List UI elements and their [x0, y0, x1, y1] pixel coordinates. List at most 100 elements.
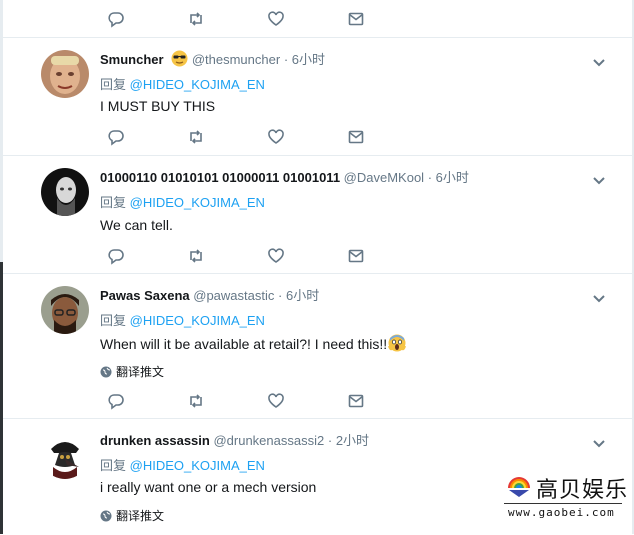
message-icon — [348, 394, 364, 408]
message-button[interactable] — [336, 126, 376, 148]
like-button[interactable] — [256, 245, 296, 267]
timestamp[interactable]: 2小时 — [336, 433, 369, 448]
avatar[interactable] — [41, 50, 89, 98]
tweet-text: I MUST BUY THIS — [100, 98, 216, 114]
retweet-icon — [190, 12, 202, 26]
avatar-image — [41, 286, 89, 334]
message-icon — [348, 12, 364, 26]
translate-label: 翻译推文 — [116, 365, 165, 379]
avatar[interactable] — [41, 168, 89, 216]
tweet-header: Smuncher @thesmuncher · 6小时 — [100, 49, 325, 70]
avatar[interactable] — [41, 431, 89, 479]
tweet-davemkool: 01000110 01010101 01000011 01001011 @Dav… — [3, 155, 632, 274]
timestamp[interactable]: 6小时 — [436, 170, 469, 185]
separator-dot: · — [278, 288, 283, 303]
chevron-down-icon — [593, 440, 605, 448]
retweet-button[interactable] — [176, 245, 216, 267]
mention-link[interactable]: @HIDEO_KOJIMA_EN — [130, 195, 265, 210]
retweet-button[interactable] — [176, 390, 216, 412]
tweet-text-content: When will it be available at retail?! I … — [100, 336, 388, 352]
mention-link[interactable]: @HIDEO_KOJIMA_EN — [130, 458, 265, 473]
reply-button[interactable] — [96, 8, 136, 30]
retweet-icon — [190, 130, 202, 144]
chevron-down-icon — [593, 177, 605, 185]
tweet-text: We can tell. — [100, 217, 173, 233]
reply-icon — [108, 12, 124, 28]
like-button[interactable] — [256, 8, 296, 30]
avatar-image — [41, 50, 89, 98]
tweet-pawastastic: Pawas Saxena @pawastastic · 6小时 回复 @HIDE… — [3, 273, 632, 419]
message-button[interactable] — [336, 390, 376, 412]
translate-label: 翻译推文 — [116, 509, 165, 523]
reply-icon — [108, 130, 124, 146]
tweet-header: Pawas Saxena @pawastastic · 6小时 — [100, 285, 319, 304]
reply-label: 回复 — [100, 77, 127, 92]
chevron-down-icon — [593, 295, 605, 303]
reply-button[interactable] — [96, 390, 136, 412]
mention-link[interactable]: @HIDEO_KOJIMA_EN — [130, 313, 265, 328]
reply-label: 回复 — [100, 313, 127, 328]
reply-icon — [108, 249, 124, 265]
more-options-button[interactable] — [592, 291, 606, 303]
separator-dot: · — [327, 433, 333, 448]
reply-button[interactable] — [96, 245, 136, 267]
tweet-actions — [100, 390, 416, 412]
retweet-icon — [190, 249, 202, 263]
reply-icon — [108, 394, 124, 410]
separator-dot: · — [283, 52, 289, 67]
tweet-actions — [100, 126, 416, 148]
message-button[interactable] — [336, 8, 376, 30]
tweet-text: When will it be available at retail?! I … — [100, 334, 407, 355]
user-handle[interactable]: @thesmuncher — [192, 52, 280, 67]
gaobei-logo-icon — [508, 477, 530, 497]
globe-icon — [100, 510, 112, 521]
message-button[interactable] — [336, 245, 376, 267]
like-icon — [268, 393, 284, 408]
display-name[interactable]: drunken assassin — [100, 433, 210, 448]
user-handle[interactable]: @DaveMKool — [344, 170, 424, 185]
timestamp[interactable]: 6小时 — [286, 288, 319, 303]
retweet-icon — [190, 394, 202, 408]
more-options-button[interactable] — [592, 436, 606, 448]
retweet-button[interactable] — [176, 8, 216, 30]
like-button[interactable] — [256, 390, 296, 412]
like-icon — [268, 248, 284, 263]
display-name[interactable]: Pawas Saxena — [100, 288, 190, 303]
message-icon — [348, 130, 364, 144]
watermark-divider — [504, 503, 622, 504]
retweet-button[interactable] — [176, 126, 216, 148]
more-options-button[interactable] — [592, 55, 606, 67]
user-handle[interactable]: @pawastastic — [193, 288, 274, 303]
display-name[interactable]: 01000110 01010101 01000011 01001011 — [100, 170, 340, 185]
reply-button[interactable] — [96, 126, 136, 148]
tweet-text: i really want one or a mech version — [100, 479, 317, 495]
tweet-header: drunken assassin @drunkenassassi2 · 2小时 — [100, 430, 369, 449]
tweet-smuncher: Smuncher @thesmuncher · 6小时 回复 @HIDEO_KO… — [3, 37, 632, 156]
chevron-down-icon — [593, 59, 605, 67]
user-handle[interactable]: @drunkenassassi2 — [213, 433, 324, 448]
avatar[interactable] — [41, 286, 89, 334]
reply-context: 回复 @HIDEO_KOJIMA_EN — [100, 455, 265, 474]
reply-label: 回复 — [100, 195, 127, 210]
globe-icon — [100, 366, 112, 377]
separator-dot: · — [427, 170, 433, 185]
reply-context: 回复 @HIDEO_KOJIMA_EN — [100, 310, 265, 329]
reply-label: 回复 — [100, 458, 127, 473]
display-name[interactable]: Smuncher — [100, 52, 164, 67]
message-icon — [348, 249, 364, 263]
sunglasses-emoji-icon — [171, 50, 188, 70]
avatar-image — [41, 168, 89, 216]
tweet-header: 01000110 01010101 01000011 01001011 @Dav… — [100, 167, 469, 186]
watermark: 高贝娱乐 www.gaobei.com — [504, 472, 627, 520]
timestamp[interactable]: 6小时 — [292, 52, 325, 67]
like-icon — [268, 11, 284, 26]
mention-link[interactable]: @HIDEO_KOJIMA_EN — [130, 77, 265, 92]
reply-context: 回复 @HIDEO_KOJIMA_EN — [100, 192, 265, 211]
like-button[interactable] — [256, 126, 296, 148]
more-options-button[interactable] — [592, 173, 606, 185]
avatar-image — [41, 431, 89, 479]
translate-tweet-link[interactable]: 翻译推文 — [100, 363, 164, 380]
scream-emoji-icon — [388, 334, 407, 355]
like-icon — [268, 129, 284, 144]
translate-tweet-link[interactable]: 翻译推文 — [100, 507, 164, 524]
